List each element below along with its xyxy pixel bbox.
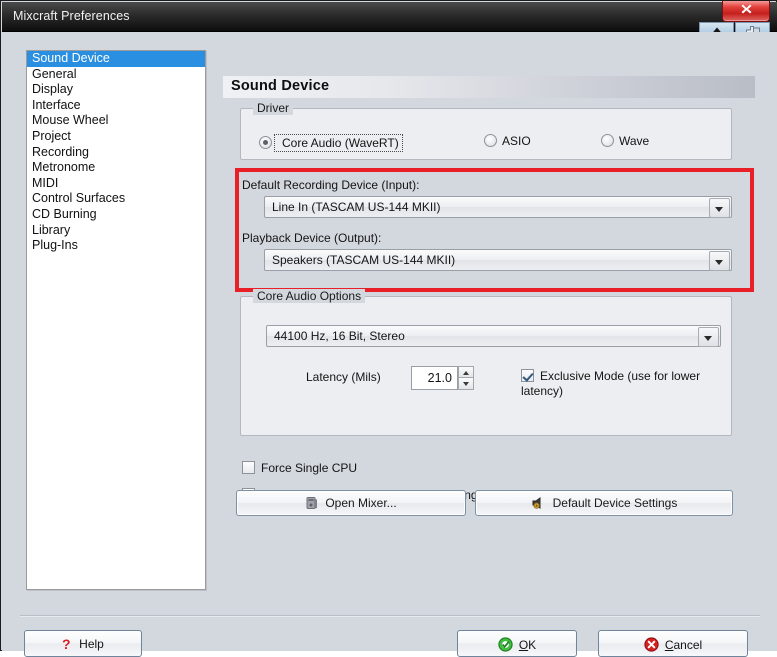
playback-device-value: Speakers (TASCAM US-144 MKII) [272, 253, 456, 267]
exclusive-mode-check-indicator[interactable] [521, 369, 534, 382]
latency-label: Latency (Mils) [306, 370, 381, 384]
sidebar-item-project[interactable]: Project [27, 129, 205, 145]
sidebar-item-interface[interactable]: Interface [27, 98, 205, 114]
chevron-down-icon[interactable] [709, 251, 730, 271]
ok-label-rest: K [528, 638, 537, 652]
latency-input[interactable]: 21.0 [411, 366, 458, 390]
recording-device-value: Line In (TASCAM US-144 MKII) [272, 200, 441, 214]
radio-asio-label: ASIO [502, 134, 531, 148]
sidebar-item-midi[interactable]: MIDI [27, 176, 205, 192]
radio-wave[interactable]: Wave [601, 134, 649, 148]
sidebar-item-library[interactable]: Library [27, 223, 205, 239]
ok-accel: O [518, 638, 529, 652]
core-audio-options-group: Core Audio Options 44100 Hz, 16 Bit, Ste… [240, 289, 732, 436]
sidebar-item-general[interactable]: General [27, 67, 205, 83]
sidebar-item-metronome[interactable]: Metronome [27, 160, 205, 176]
radio-core-audio[interactable]: Core Audio (WaveRT) [259, 134, 403, 152]
footer-divider [20, 615, 760, 617]
cancel-button[interactable]: Cancel [598, 630, 748, 657]
recording-device-combo[interactable]: Line In (TASCAM US-144 MKII) [264, 196, 732, 218]
pane-header: Sound Device [223, 76, 755, 98]
window-title: Mixcraft Preferences [13, 9, 130, 23]
sidebar-item-sound-device[interactable]: Sound Device [27, 51, 205, 67]
sidebar-item-control-surfaces[interactable]: Control Surfaces [27, 191, 205, 207]
stepper-up-icon[interactable] [458, 366, 474, 378]
chevron-down-icon[interactable] [709, 198, 730, 218]
radio-core-audio-indicator[interactable] [259, 136, 272, 149]
driver-group-title: Driver [253, 101, 293, 115]
audio-format-value: 44100 Hz, 16 Bit, Stereo [274, 329, 405, 343]
force-single-cpu-check-indicator[interactable] [242, 461, 255, 474]
exclusive-mode-checkbox[interactable]: Exclusive Mode (use for lower latency) [521, 369, 721, 399]
speaker-icon [531, 496, 547, 513]
help-label: Help [79, 637, 104, 651]
driver-group: Driver Core Audio (WaveRT) ASIO Wave [240, 101, 732, 160]
dialog-body: Sound Device General Display Interface M… [2, 32, 777, 657]
title-bar: Mixcraft Preferences [2, 2, 777, 32]
question-mark-icon: ? [62, 636, 73, 654]
sidebar-item-cd-burning[interactable]: CD Burning [27, 207, 205, 223]
sidebar-item-mouse-wheel[interactable]: Mouse Wheel [27, 113, 205, 129]
check-circle-icon [498, 637, 513, 655]
chevron-down-icon[interactable] [698, 327, 719, 347]
svg-text:?: ? [62, 637, 71, 651]
cancel-label-rest: ancel [673, 638, 703, 652]
force-single-cpu-checkbox[interactable]: Force Single CPU [242, 461, 357, 475]
radio-wave-label: Wave [619, 134, 650, 148]
playback-device-combo[interactable]: Speakers (TASCAM US-144 MKII) [264, 249, 732, 271]
radio-asio-indicator[interactable] [484, 134, 497, 147]
default-device-settings-button[interactable]: Default Device Settings [475, 490, 733, 516]
open-mixer-button[interactable]: Open Mixer... [236, 490, 466, 516]
cancel-circle-icon [644, 637, 659, 655]
radio-core-audio-label: Core Audio (WaveRT) [282, 136, 399, 150]
stepper-down-icon[interactable] [458, 378, 474, 390]
preferences-window: Mixcraft Preferences Sound Device Genera… [0, 0, 777, 657]
radio-asio[interactable]: ASIO [484, 134, 531, 148]
audio-format-combo[interactable]: 44100 Hz, 16 Bit, Stereo [266, 325, 721, 347]
sidebar-item-plug-ins[interactable]: Plug-Ins [27, 238, 205, 254]
default-device-settings-label: Default Device Settings [552, 496, 678, 510]
core-audio-options-title: Core Audio Options [253, 289, 366, 303]
radio-wave-indicator[interactable] [601, 134, 614, 147]
sidebar-item-recording[interactable]: Recording [27, 145, 205, 161]
mixer-icon [305, 496, 319, 513]
recording-device-label: Default Recording Device (Input): [242, 178, 420, 192]
preferences-category-list[interactable]: Sound Device General Display Interface M… [26, 50, 206, 590]
close-icon [723, 2, 769, 18]
sidebar-item-display[interactable]: Display [27, 82, 205, 98]
playback-device-label: Playback Device (Output): [242, 231, 382, 245]
close-button[interactable] [722, 1, 770, 22]
latency-value: 21.0 [427, 371, 452, 385]
open-mixer-label: Open Mixer... [325, 496, 397, 510]
latency-stepper[interactable] [458, 366, 474, 390]
page-title: Sound Device [231, 78, 330, 94]
help-button[interactable]: ? Help [24, 630, 142, 657]
force-single-cpu-label: Force Single CPU [261, 461, 358, 475]
ok-button[interactable]: OK [457, 630, 577, 657]
exclusive-mode-label: Exclusive Mode (use for lower latency) [521, 369, 701, 398]
